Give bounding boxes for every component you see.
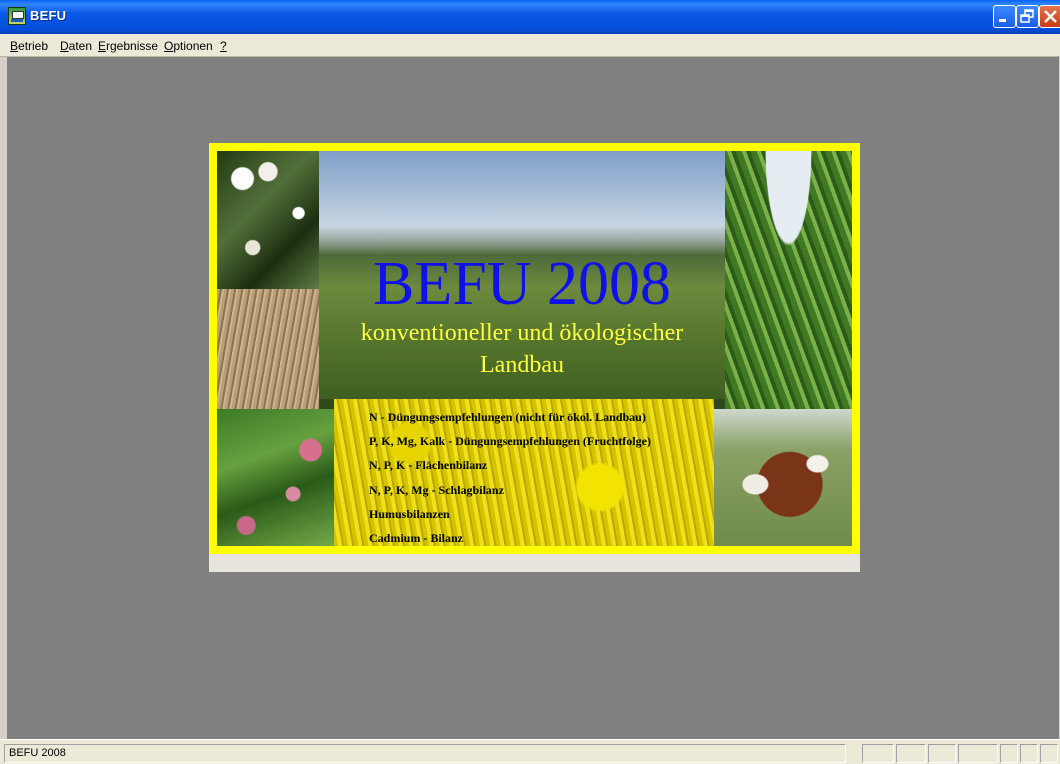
minimize-button[interactable] <box>993 5 1016 28</box>
splash-frame: BEFU 2008 konventioneller und ökologisch… <box>209 143 860 554</box>
grain-photo <box>217 289 319 409</box>
close-button[interactable] <box>1039 5 1060 28</box>
corn-photo <box>725 151 852 409</box>
splash-subtitle-line1: konventioneller und ökologischer <box>360 320 684 346</box>
menu-daten[interactable]: Daten <box>60 39 92 53</box>
title-bar: BEFU <box>0 0 1060 34</box>
status-bar: BEFU 2008 <box>0 739 1060 764</box>
cattle-photo <box>714 409 852 546</box>
splash-bottom-strip <box>209 554 860 572</box>
feature-item: N - Düngungsempfehlungen (nicht für ökol… <box>369 410 646 424</box>
menu-betrieb[interactable]: Betrieb <box>10 39 48 53</box>
minimize-icon <box>999 19 1006 22</box>
menu-bar: Betrieb Daten Ergebnisse Optionen ? <box>0 34 1060 57</box>
restore-icon <box>1020 9 1034 23</box>
feature-item: N, P, K, Mg - Schlagbilanz <box>369 482 504 497</box>
splash-window: BEFU 2008 konventioneller und ökologisch… <box>209 143 860 572</box>
status-panel <box>1000 744 1018 763</box>
status-text: BEFU 2008 <box>4 744 846 763</box>
feature-item: Cadmium - Bilanz <box>369 530 464 545</box>
feature-item: Humusbilanzen <box>369 506 450 521</box>
status-panel <box>1040 744 1058 763</box>
mdi-client-area: BEFU 2008 konventioneller und ökologisch… <box>7 57 1059 739</box>
restore-button[interactable] <box>1016 5 1039 28</box>
status-panel <box>896 744 926 763</box>
clover-photo <box>217 409 334 546</box>
feature-list: N - Düngungsempfehlungen (nicht für ökol… <box>369 405 651 546</box>
menu-ergebnisse[interactable]: Ergebnisse <box>98 39 158 53</box>
flowering-shrub-photo <box>217 151 319 289</box>
menu-help[interactable]: ? <box>220 39 227 53</box>
window-title: BEFU <box>30 8 67 23</box>
feature-item: P, K, Mg, Kalk - Düngungsempfehlungen (F… <box>369 434 651 449</box>
status-panel <box>958 744 998 763</box>
close-icon <box>1044 10 1057 23</box>
splash-subtitle-line2: Landbau <box>480 352 564 378</box>
menu-optionen[interactable]: Optionen <box>164 39 213 53</box>
app-icon[interactable] <box>8 7 26 25</box>
splash-collage: BEFU 2008 konventioneller und ökologisch… <box>217 151 852 546</box>
splash-title: BEFU 2008 <box>373 250 671 318</box>
status-panel <box>928 744 956 763</box>
status-panel <box>862 744 894 763</box>
status-panel <box>1020 744 1038 763</box>
feature-item: N, P, K - Flächenbilanz <box>369 458 488 473</box>
